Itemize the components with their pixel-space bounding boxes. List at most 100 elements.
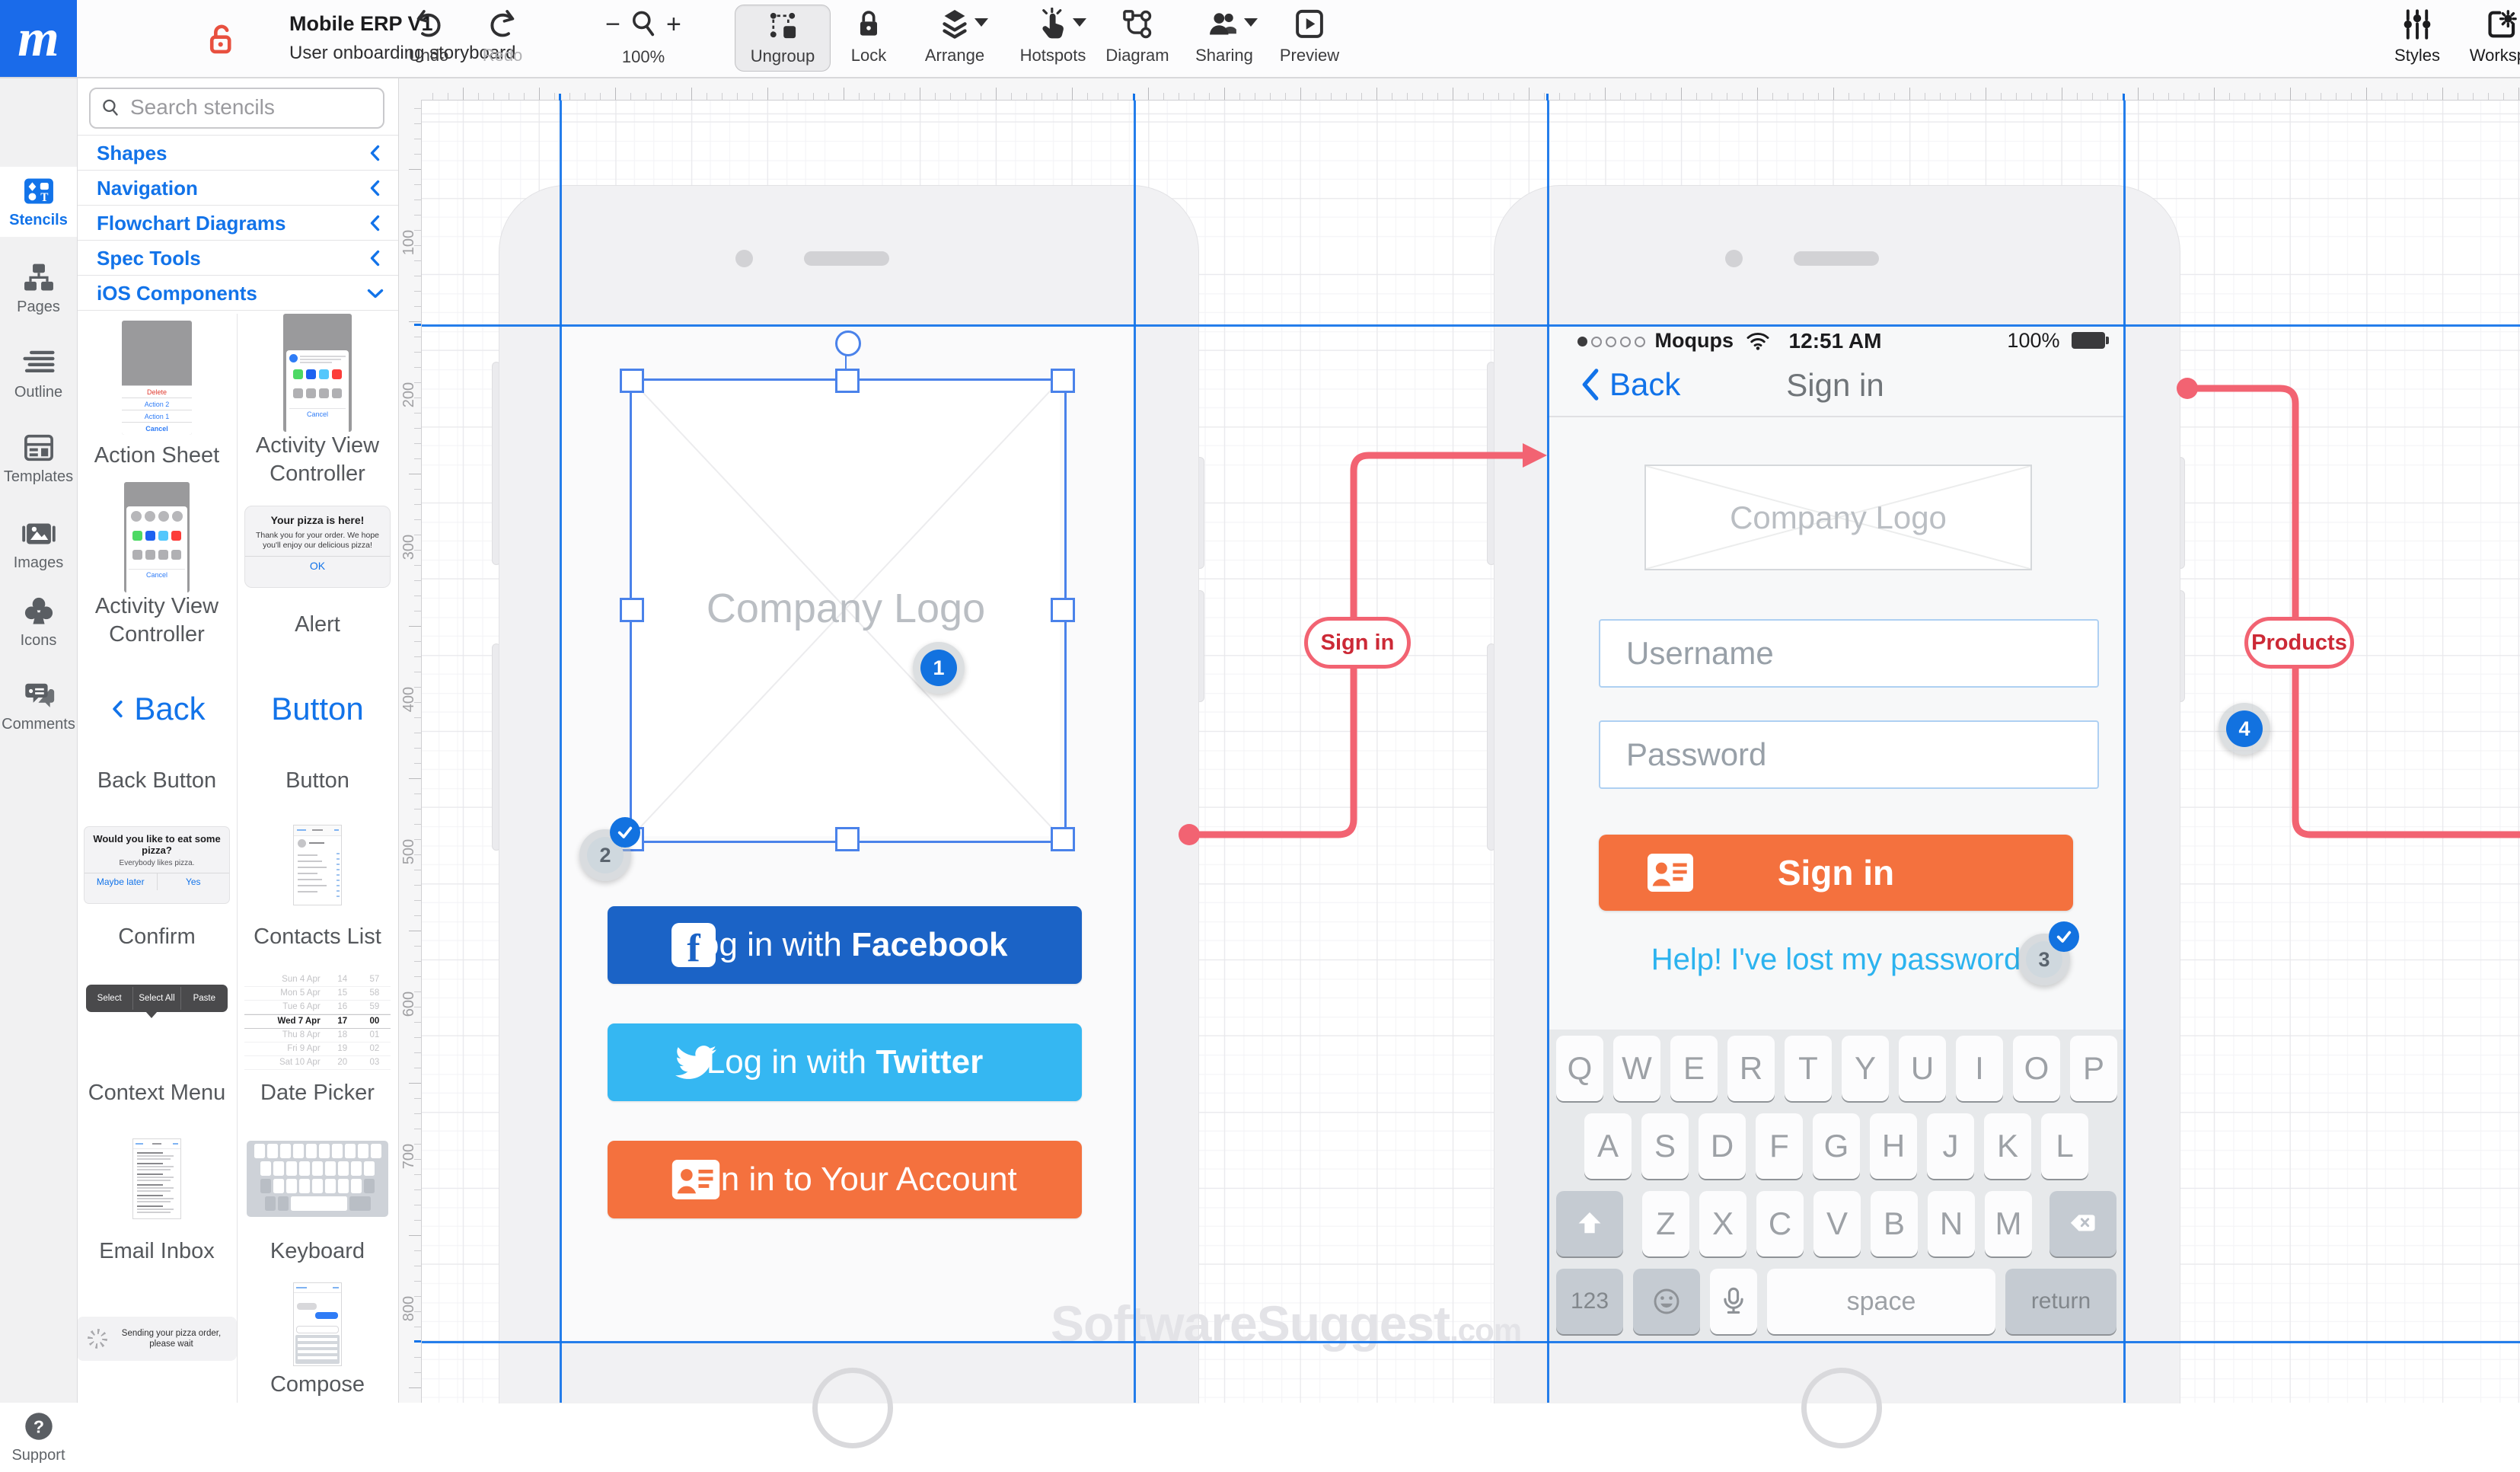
selection-box[interactable] xyxy=(630,378,1067,843)
stencil-item-context-menu[interactable]: Select Select All Paste Context Menu xyxy=(77,963,238,1120)
flow-label-products[interactable]: Products xyxy=(2244,617,2354,669)
zoom-in-button[interactable]: + xyxy=(666,11,681,37)
stencil-search[interactable] xyxy=(89,88,384,129)
toolbar-preview[interactable]: Preview xyxy=(1252,6,1367,65)
key-n[interactable]: N xyxy=(1928,1191,1975,1256)
category-spec-tools[interactable]: Spec Tools xyxy=(77,241,398,276)
guide-vertical-2[interactable] xyxy=(1134,100,1136,1403)
toolbar-arrange[interactable]: Arrange xyxy=(898,6,1012,65)
stencil-item-contacts-list[interactable]: Contacts List xyxy=(238,807,397,964)
category-navigation[interactable]: Navigation xyxy=(77,171,398,206)
key-h[interactable]: H xyxy=(1870,1113,1917,1179)
stencil-item-confirm[interactable]: Would you like to eat some pizza? Everyb… xyxy=(77,807,238,964)
key-l[interactable]: L xyxy=(2041,1113,2088,1179)
key-y[interactable]: Y xyxy=(1842,1036,1889,1101)
sidebar-item-support[interactable]: ? Support xyxy=(0,1402,77,1472)
sidebar-item-stencils[interactable]: T Stencils xyxy=(0,167,77,237)
sidebar-item-outline[interactable]: Outline xyxy=(0,339,77,409)
key-s[interactable]: S xyxy=(1641,1113,1689,1179)
numbers-key[interactable]: 123 xyxy=(1556,1269,1623,1334)
stencil-item-date-picker[interactable]: Sun 4 Apr 14 57 Mon 5 Apr 15 58 Tue 6 Apr 16 59 W… xyxy=(238,963,397,1120)
sidebar-item-comments[interactable]: Comments xyxy=(0,671,77,741)
facebook-icon: f xyxy=(671,923,716,967)
flow-label-sign-in[interactable]: Sign in xyxy=(1304,617,1411,669)
return-key[interactable]: return xyxy=(2005,1269,2116,1334)
emoji-key[interactable] xyxy=(1633,1269,1700,1334)
key-u[interactable]: U xyxy=(1899,1036,1946,1101)
search-input[interactable] xyxy=(129,91,375,124)
category-flowchart-diagrams[interactable]: Flowchart Diagrams xyxy=(77,206,398,241)
login-facebook-button[interactable]: f Log in with Facebook xyxy=(608,906,1082,984)
selection-handle[interactable] xyxy=(620,598,644,622)
stencil-item-alert[interactable]: Your pizza is here! Thank you for your o… xyxy=(238,482,397,652)
guide-vertical-4[interactable] xyxy=(2123,100,2126,1403)
key-k[interactable]: K xyxy=(1984,1113,2031,1179)
stencil-item-compose-message[interactable]: Compose Message xyxy=(238,1278,397,1403)
flow-badge-3[interactable]: 3 xyxy=(2018,921,2079,985)
sidebar-item-templates[interactable]: Templates xyxy=(0,423,77,493)
key-q[interactable]: Q xyxy=(1556,1036,1603,1101)
sidebar-item-pages[interactable]: Pages xyxy=(0,254,77,324)
flow-badge-1[interactable]: 1 xyxy=(913,642,965,694)
key-a[interactable]: A xyxy=(1584,1113,1632,1179)
key-b[interactable]: B xyxy=(1871,1191,1918,1256)
guide-horizontal-1[interactable] xyxy=(421,324,2520,327)
rotation-handle[interactable] xyxy=(835,330,861,356)
key-w[interactable]: W xyxy=(1613,1036,1660,1101)
toolbar-workspace[interactable]: Workspa xyxy=(2445,6,2520,65)
mic-key[interactable] xyxy=(1710,1269,1757,1334)
key-v[interactable]: V xyxy=(1813,1191,1861,1256)
stencil-item-activity-view-controller[interactable]: Cancel Activity View Controller xyxy=(238,314,397,483)
flow-badge-4[interactable]: 4 xyxy=(2219,703,2270,755)
username-field[interactable] xyxy=(1599,619,2099,688)
sidebar-item-icons[interactable]: Icons xyxy=(0,587,77,657)
signin-button[interactable]: Sign in xyxy=(1599,835,2073,911)
selection-handle[interactable] xyxy=(1051,369,1075,393)
toolbar-zoom[interactable]: − +100% xyxy=(586,6,700,67)
key-o[interactable]: O xyxy=(2013,1036,2060,1101)
stencil-item-button[interactable]: Button Button xyxy=(238,651,397,808)
key-z[interactable]: Z xyxy=(1642,1191,1689,1256)
image-placeholder-2[interactable]: Company Logo xyxy=(1644,465,2032,570)
password-field[interactable] xyxy=(1599,720,2099,789)
key-m[interactable]: M xyxy=(1985,1191,2032,1256)
selection-handle[interactable] xyxy=(1051,827,1075,851)
selection-handle[interactable] xyxy=(620,369,644,393)
guide-vertical-3[interactable] xyxy=(1547,100,1549,1403)
key-g[interactable]: G xyxy=(1813,1113,1860,1179)
selection-handle[interactable] xyxy=(835,369,860,393)
guide-horizontal-2[interactable] xyxy=(421,1341,2520,1343)
stencil-item-keyboard[interactable]: Keyboard xyxy=(238,1119,397,1279)
space-key[interactable]: space xyxy=(1767,1269,1995,1334)
zoom-out-button[interactable]: − xyxy=(605,11,620,37)
flow-badge-2[interactable]: 2 xyxy=(579,817,640,881)
key-r[interactable]: R xyxy=(1727,1036,1775,1101)
selection-handle[interactable] xyxy=(835,827,860,851)
key-p[interactable]: P xyxy=(2070,1036,2117,1101)
key-d[interactable]: D xyxy=(1699,1113,1746,1179)
key-f[interactable]: F xyxy=(1756,1113,1803,1179)
signin-account-button[interactable]: Sign in to Your Account xyxy=(608,1141,1082,1218)
stencil-item-activity-view-controller[interactable]: Cancel Activity View Controller xyxy=(77,482,238,652)
guide-vertical-1[interactable] xyxy=(560,100,562,1403)
backspace-key[interactable] xyxy=(2049,1191,2116,1256)
stencil-item-email-inbox[interactable]: Email Inbox xyxy=(77,1119,238,1279)
stencil-item-action-sheet[interactable]: Delete Action 2 Action 1 Cancel Action Sh… xyxy=(77,314,238,483)
stencil-item-back-button[interactable]: Back Back Button xyxy=(77,651,238,808)
selection-handle[interactable] xyxy=(1051,598,1075,622)
toolbar-redo[interactable]: Redo xyxy=(445,6,560,65)
login-twitter-button[interactable]: Log in with Twitter xyxy=(608,1023,1082,1101)
key-x[interactable]: X xyxy=(1699,1191,1746,1256)
category-ios-components[interactable]: iOS Components xyxy=(77,276,398,311)
shift-key[interactable] xyxy=(1556,1191,1623,1256)
key-j[interactable]: J xyxy=(1927,1113,1974,1179)
key-t[interactable]: T xyxy=(1785,1036,1832,1101)
key-e[interactable]: E xyxy=(1670,1036,1718,1101)
moqups-logo[interactable]: m xyxy=(0,0,77,77)
stencil-item-loading-view[interactable]: Sending your pizza order, please wait Loa… xyxy=(77,1278,238,1403)
category-shapes[interactable]: Shapes xyxy=(77,136,398,171)
key-c[interactable]: C xyxy=(1756,1191,1804,1256)
unlocked-icon[interactable] xyxy=(204,21,239,56)
sidebar-item-images[interactable]: Images xyxy=(0,509,77,580)
key-i[interactable]: I xyxy=(1956,1036,2003,1101)
